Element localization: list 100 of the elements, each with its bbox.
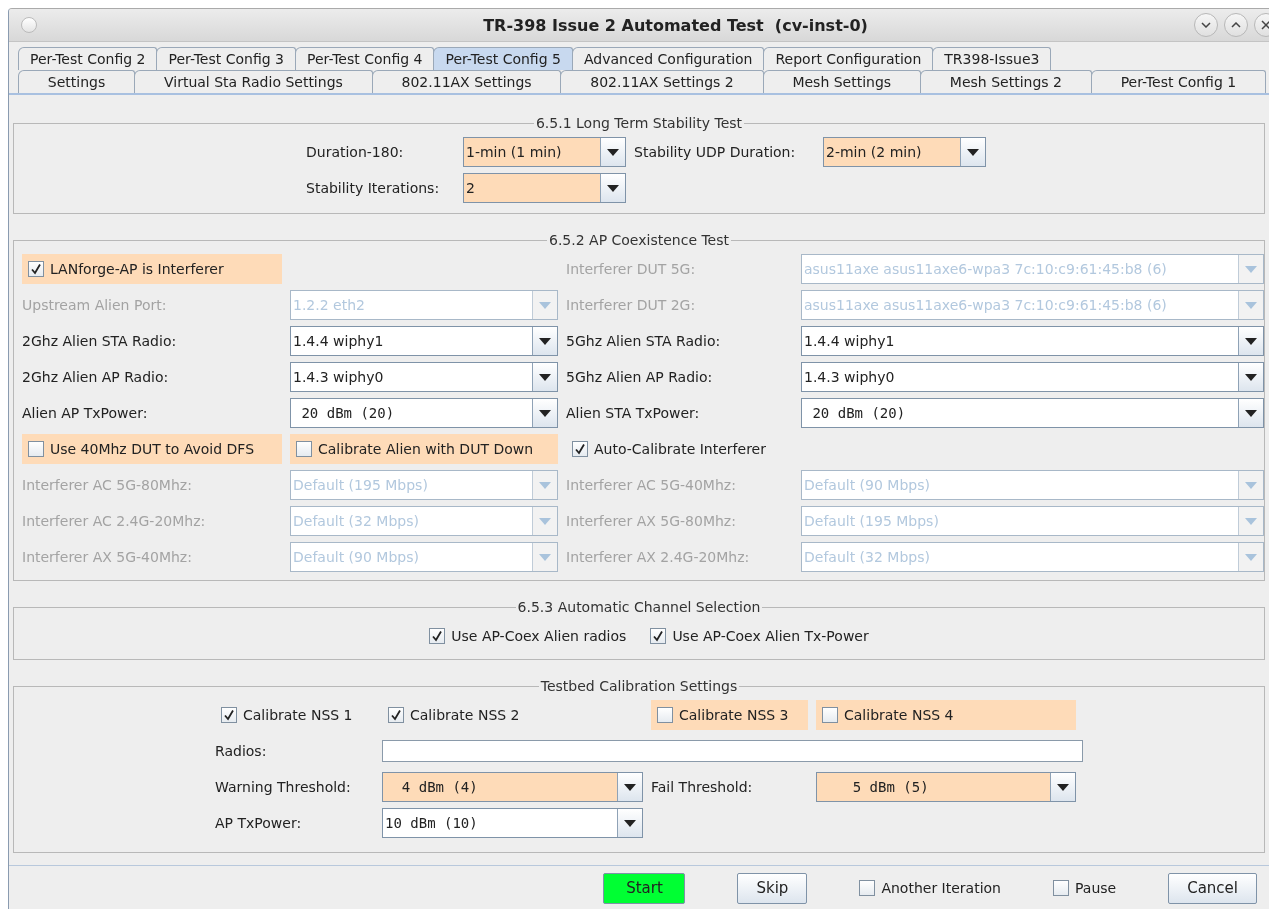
field-label: 2Ghz Alien STA Radio: [21, 333, 178, 349]
checkbox[interactable] [657, 707, 673, 723]
field-label: Alien STA TxPower: [565, 405, 701, 421]
chevron-down-icon [1201, 22, 1211, 28]
field-label: Upstream Alien Port: [21, 297, 168, 313]
checkbox-label: Calibrate NSS 2 [410, 707, 520, 723]
section-title: 6.5.1 Long Term Stability Test [534, 115, 744, 131]
field-label: 2Ghz Alien AP Radio: [21, 369, 170, 385]
caret-icon [539, 373, 551, 381]
tab[interactable]: Virtual Sta Radio Settings [134, 70, 373, 93]
tab[interactable]: Settings [18, 70, 136, 93]
dropdown[interactable]: 20 dBm (20) [801, 398, 1264, 428]
field-label: Interferer AX 5G-40Mhz: [21, 549, 193, 565]
field-label: Alien AP TxPower: [21, 405, 149, 421]
caret-icon [624, 783, 636, 791]
caret-icon [1245, 553, 1257, 561]
dropdown[interactable]: 2-min (2 min) [823, 137, 986, 167]
dropdown[interactable]: 1-min (1 min) [463, 137, 626, 167]
caret-icon [539, 409, 551, 417]
section-title: Testbed Calibration Settings [539, 678, 739, 694]
checkbox-label: Use 40Mhz DUT to Avoid DFS [50, 441, 254, 457]
caret-icon [967, 148, 979, 156]
dialog-button[interactable]: Skip [737, 872, 808, 904]
tab[interactable]: Per-Test Config 4 [294, 47, 435, 70]
chevron-up-icon [1231, 22, 1241, 28]
field-label: Interferer AX 2.4G-20Mhz: [565, 549, 751, 565]
tab[interactable]: Mesh Settings [762, 70, 921, 93]
caret-icon [1245, 517, 1257, 525]
tab[interactable]: Report Configuration [763, 47, 934, 70]
dropdown[interactable]: 10 dBm (10) [382, 808, 643, 838]
tab[interactable]: Advanced Configuration [571, 47, 765, 70]
checkbox[interactable] [650, 628, 667, 644]
caret-icon [539, 337, 551, 345]
field-label: Interferer DUT 2G: [565, 297, 697, 313]
checkbox[interactable] [859, 880, 876, 896]
checkbox[interactable] [28, 441, 44, 457]
dropdown[interactable]: 1.4.4 wiphy1 [801, 326, 1264, 356]
checkbox[interactable] [822, 707, 838, 723]
caret-icon [1245, 265, 1257, 273]
dropdown[interactable]: 5 dBm (5) [816, 772, 1076, 802]
window-title: TR-398 Issue 2 Automated Test (cv-inst-0) [482, 15, 869, 35]
caret-icon [539, 553, 551, 561]
tab[interactable]: Per-Test Config 2 [18, 47, 158, 70]
tab[interactable]: Per-Test Config 1 [1090, 70, 1266, 93]
caret-icon [1057, 783, 1069, 791]
tab[interactable]: TR398-Issue3 [932, 47, 1052, 70]
caret-icon [1245, 337, 1257, 345]
checkbox[interactable] [221, 707, 237, 723]
field-label: Stability UDP Duration: [633, 144, 797, 160]
field-label: 5Ghz Alien AP Radio: [565, 369, 714, 385]
checkbox[interactable] [28, 261, 44, 277]
caret-icon [607, 148, 619, 156]
field-label: Fail Threshold: [650, 779, 754, 795]
caret-icon [607, 184, 619, 192]
field-label: Interferer AC 2.4G-20Mhz: [21, 513, 207, 529]
tab[interactable]: 802.11AX Settings 2 [560, 70, 764, 93]
checkbox-label: Pause [1075, 880, 1117, 896]
caret-icon [539, 301, 551, 309]
field-label: Duration-180: [305, 144, 405, 160]
checkbox[interactable] [388, 707, 404, 723]
checkbox[interactable] [1053, 880, 1069, 896]
minimize-button[interactable] [1194, 13, 1218, 37]
checkbox-label: Calibrate NSS 4 [844, 707, 954, 723]
field-label: Stability Iterations: [305, 180, 441, 196]
dropdown[interactable]: 1.4.4 wiphy1 [290, 326, 558, 356]
dropdown[interactable]: 2 [463, 173, 626, 203]
field-label: AP TxPower: [214, 815, 303, 831]
checkbox[interactable] [296, 441, 312, 457]
field-label: Interferer AC 5G-40Mhz: [565, 477, 737, 493]
caret-icon [1245, 373, 1257, 381]
start-button[interactable]: Start [603, 872, 686, 904]
field-label: Interferer AX 5G-80Mhz: [565, 513, 737, 529]
dialog-button[interactable]: Cancel [1168, 872, 1257, 904]
tab[interactable]: Per-Test Config 5 [433, 47, 573, 70]
tab[interactable]: Mesh Settings 2 [920, 70, 1092, 93]
close-icon [1261, 20, 1269, 30]
checkbox-label: Auto-Calibrate Interferer [594, 441, 766, 457]
dropdown[interactable]: 1.4.3 wiphy0 [801, 362, 1264, 392]
dropdown[interactable]: 20 dBm (20) [290, 398, 558, 428]
checkbox-label: Use AP-Coex Alien radios [451, 628, 627, 644]
section-title: 6.5.3 Automatic Channel Selection [516, 599, 762, 615]
text-field[interactable] [382, 740, 1083, 762]
field-label: Radios: [214, 743, 268, 759]
field-label: Interferer DUT 5G: [565, 261, 697, 277]
checkbox[interactable] [572, 441, 588, 457]
caret-icon [624, 819, 636, 827]
checkbox-label: LANforge-AP is Interferer [50, 261, 224, 277]
checkbox-label: Calibrate NSS 1 [243, 707, 353, 723]
tab[interactable]: Per-Test Config 3 [156, 47, 296, 70]
maximize-button[interactable] [1224, 13, 1248, 37]
field-label: Interferer AC 5G-80Mhz: [21, 477, 193, 493]
checkbox[interactable] [429, 628, 446, 644]
dropdown[interactable]: 1.4.3 wiphy0 [290, 362, 558, 392]
tab[interactable]: 802.11AX Settings [371, 70, 562, 93]
checkbox-label: Calibrate Alien with DUT Down [318, 441, 534, 457]
dropdown[interactable]: 4 dBm (4) [382, 772, 643, 802]
field-label: 5Ghz Alien STA Radio: [565, 333, 722, 349]
caret-icon [539, 481, 551, 489]
section-title: 6.5.2 AP Coexistence Test [548, 232, 730, 248]
caret-icon [1245, 409, 1257, 417]
